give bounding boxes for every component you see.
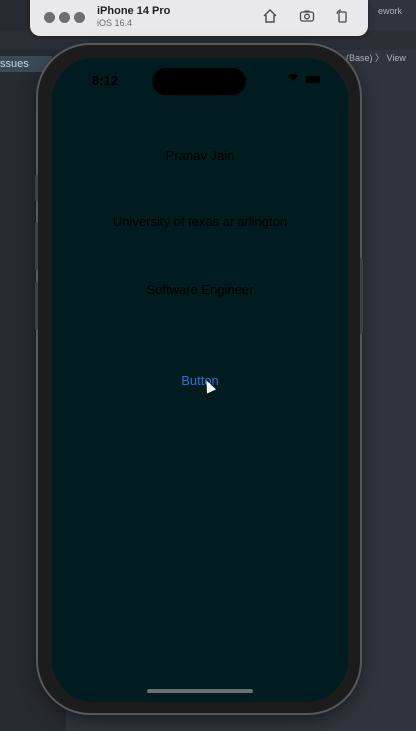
xcode-scheme-text: ework: [377, 6, 402, 16]
status-bar-icons: [287, 73, 320, 85]
os-version: iOS 16.4: [97, 18, 133, 28]
home-icon[interactable]: [261, 8, 279, 26]
breadcrumb[interactable]: (Base) 〉 View: [346, 50, 416, 66]
phone-screen: 8:12 Pranav Jain University of texas at …: [52, 58, 348, 702]
volume-down-button: [35, 282, 38, 330]
status-bar-time: 8:12: [92, 73, 119, 88]
role-label: Software Engineer: [146, 282, 254, 297]
minimize-window-button[interactable]: [59, 12, 70, 23]
power-button: [360, 258, 363, 334]
issues-navigator-item[interactable]: ssues: [0, 56, 52, 72]
volume-up-button: [35, 222, 38, 270]
home-indicator[interactable]: [147, 689, 253, 693]
action-button: [35, 175, 38, 201]
close-window-button[interactable]: [44, 12, 55, 23]
rotate-icon[interactable]: [333, 8, 351, 26]
university-label: University of texas at arlington: [112, 214, 288, 229]
dynamic-island: [152, 68, 246, 95]
device-name: iPhone 14 Pro: [97, 5, 171, 17]
battery-icon: [306, 75, 320, 83]
wifi-icon: [287, 73, 302, 85]
primary-button[interactable]: Button: [172, 370, 228, 390]
simulator-title-bar: iPhone 14 Pro iOS 16.4: [30, 0, 368, 36]
zoom-window-button[interactable]: [74, 12, 85, 23]
name-label: Pranav Jain: [165, 148, 235, 163]
screenshot-icon[interactable]: [298, 8, 316, 26]
